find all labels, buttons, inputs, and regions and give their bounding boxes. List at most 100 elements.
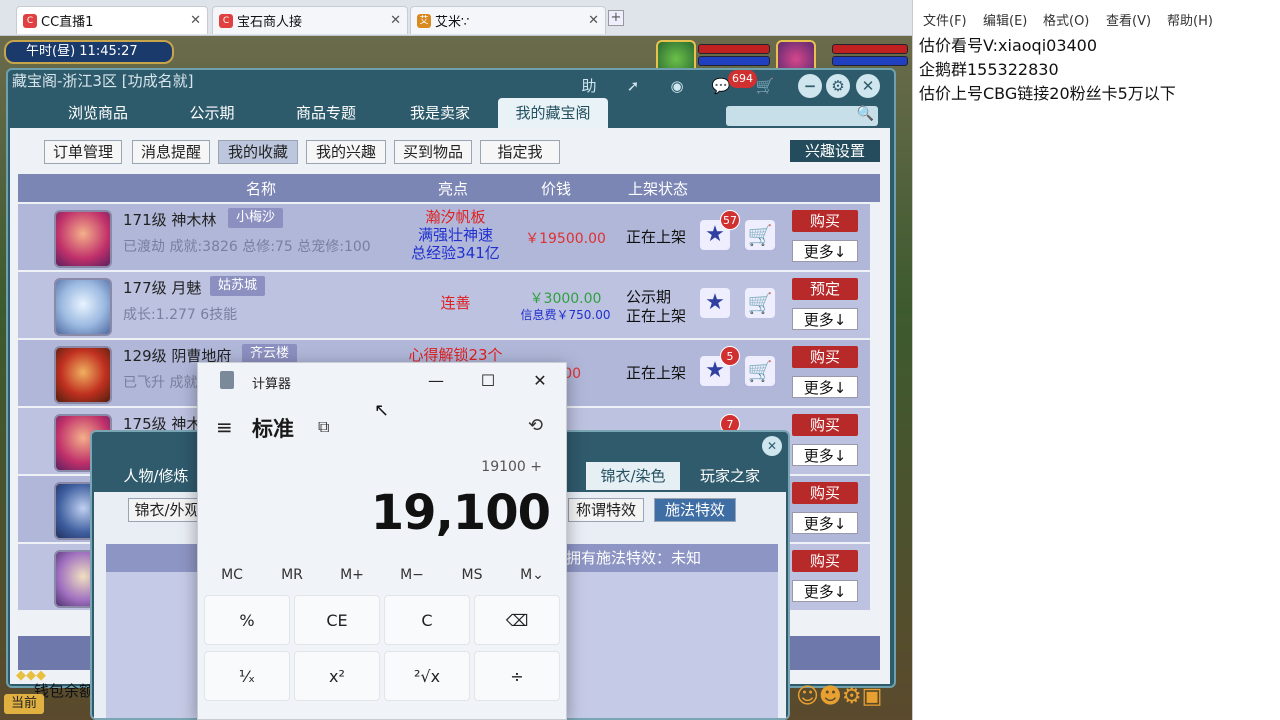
note-line-3[interactable]: 估价上号CBG链接20粉丝卡5万以下 [919, 80, 1176, 104]
tab-seller[interactable]: 我是卖家 [392, 98, 488, 128]
tab-interests[interactable]: 我的兴趣 [306, 140, 386, 164]
menu-edit[interactable]: 编辑(E) [983, 10, 1027, 29]
notepad-window: 文件(F) 编辑(E) 格式(O) 查看(V) 帮助(H) 估价看号V:xiao… [912, 0, 1280, 720]
mc-button[interactable]: MC [202, 567, 262, 583]
record-icon[interactable]: ◉ [662, 74, 692, 98]
server-tag: 姑苏城 [210, 276, 266, 296]
settings-icon[interactable]: ⚙ [826, 74, 850, 98]
clear-button[interactable]: C [384, 595, 470, 645]
tab-topics[interactable]: 商品专题 [278, 98, 374, 128]
divide-button[interactable]: ÷ [474, 651, 560, 701]
table-row[interactable]: 171级 神木林 小梅沙 已渡劫 成就:3826 总修:75 总宠修:100 瀚… [18, 204, 870, 270]
share-icon[interactable]: ➚ [618, 74, 648, 98]
more-button[interactable]: 更多↓ [792, 240, 858, 262]
tab-label: CC直播1 [41, 15, 94, 30]
ms-button[interactable]: MS [442, 567, 502, 583]
cart-icon[interactable]: 🛒 [745, 356, 775, 386]
m-minus-button[interactable]: M− [382, 567, 442, 583]
tab-orders[interactable]: 订单管理 [44, 140, 122, 164]
maximize-icon[interactable]: ☐ [468, 369, 508, 393]
browser-tab-1[interactable]: C CC直播1 ✕ [16, 6, 208, 34]
tab-home[interactable]: 玩家之家 [686, 462, 774, 490]
close-icon[interactable]: ✕ [190, 13, 201, 28]
menu-file[interactable]: 文件(F) [923, 10, 967, 29]
arrow-icons[interactable]: ◆◆◆ [16, 668, 86, 684]
tab-bought[interactable]: 买到物品 [394, 140, 472, 164]
new-tab-button[interactable]: + [608, 10, 624, 26]
mouse-cursor-icon: ↖ [374, 400, 390, 421]
search-input[interactable]: 🔍 [726, 106, 878, 126]
tab-assigned[interactable]: 指定我 [480, 140, 560, 164]
clear-entry-button[interactable]: CE [294, 595, 380, 645]
title-effect-button[interactable]: 称谓特效 [568, 498, 644, 522]
memory-list-button[interactable]: M⌄ [502, 567, 562, 583]
buy-button[interactable]: 购买 [792, 414, 858, 436]
highlight-1: 连善 [440, 294, 471, 312]
tab-messages[interactable]: 消息提醒 [132, 140, 210, 164]
browser-tab-2[interactable]: C 宝石商人接 ✕ [212, 6, 408, 34]
minimize-icon[interactable]: − [798, 74, 822, 98]
tab-browse[interactable]: 浏览商品 [50, 98, 146, 128]
minimize-icon[interactable]: — [416, 369, 456, 393]
col-name: 名称 [246, 180, 277, 198]
tab-label: 宝石商人接 [237, 15, 303, 30]
table-row[interactable]: 177级 月魅 姑苏城 成长:1.277 6技能 连善 ￥3000.00 信息费… [18, 272, 870, 338]
col-highlight: 亮点 [438, 180, 469, 198]
col-price: 价钱 [541, 180, 572, 198]
browser-tab-bar: C CC直播1 ✕ C 宝石商人接 ✕ 艾 艾米∵ ✕ + [0, 0, 912, 36]
mr-button[interactable]: MR [262, 567, 322, 583]
tab-outfit[interactable]: 锦衣/染色 [586, 462, 680, 490]
square-button[interactable]: x² [294, 651, 380, 701]
m-plus-button[interactable]: M+ [322, 567, 382, 583]
info-fee: 信息费￥750.00 [520, 308, 611, 322]
help-button[interactable]: 助 [574, 74, 604, 98]
tab-favorites[interactable]: 我的收藏 [218, 140, 298, 164]
menu-help[interactable]: 帮助(H) [1167, 10, 1213, 29]
tab-character[interactable]: 人物/修炼 [112, 462, 200, 490]
tab-label: 艾米∵ [435, 15, 470, 30]
channel-current[interactable]: 当前 [4, 694, 44, 714]
percent-button[interactable]: % [204, 595, 290, 645]
buy-button[interactable]: 购买 [792, 346, 858, 368]
buy-button[interactable]: 购买 [792, 550, 858, 572]
interest-settings-button[interactable]: 兴趣设置 [790, 140, 880, 162]
browser-tab-3[interactable]: 艾 艾米∵ ✕ [410, 6, 606, 34]
more-button[interactable]: 更多↓ [792, 376, 858, 398]
history-icon[interactable]: ⟲ [528, 415, 543, 436]
character-avatar[interactable] [54, 210, 112, 268]
outfit-button[interactable]: 锦衣/外观 [128, 498, 206, 522]
more-button[interactable]: 更多↓ [792, 580, 858, 602]
reserve-button[interactable]: 预定 [792, 278, 858, 300]
character-avatar[interactable] [54, 278, 112, 336]
tab-my-treasure[interactable]: 我的藏宝阁 [498, 98, 608, 128]
note-line-1[interactable]: 估价看号V:xiaoqi03400 [919, 32, 1097, 56]
more-button[interactable]: 更多↓ [792, 444, 858, 466]
buy-button[interactable]: 购买 [792, 482, 858, 504]
menu-view[interactable]: 查看(V) [1106, 10, 1151, 29]
toolbar-icons[interactable]: ☺☻⚙▣ [796, 684, 906, 716]
character-avatar[interactable] [54, 346, 112, 404]
calculator-mode: 标准 [252, 417, 294, 441]
cart-icon[interactable]: 🛒 [745, 220, 775, 250]
more-button[interactable]: 更多↓ [792, 308, 858, 330]
note-line-2[interactable]: 企鹅群155322830 [919, 56, 1059, 80]
close-icon[interactable]: ✕ [762, 436, 782, 456]
menu-format[interactable]: 格式(O) [1043, 10, 1089, 29]
star-icon[interactable]: ★ [700, 288, 730, 318]
backspace-icon[interactable]: ⌫ [474, 595, 560, 645]
search-icon[interactable]: 🔍 [857, 106, 874, 122]
menu-icon[interactable]: ≡ [216, 415, 233, 439]
keep-on-top-icon[interactable]: ⧉ [318, 417, 329, 437]
more-button[interactable]: 更多↓ [792, 512, 858, 534]
close-icon[interactable]: ✕ [588, 13, 599, 28]
close-icon[interactable]: ✕ [520, 369, 560, 393]
close-icon[interactable]: ✕ [856, 74, 880, 98]
close-icon[interactable]: ✕ [390, 13, 401, 28]
spell-effect-button[interactable]: 施法特效 [654, 498, 736, 522]
cart-icon[interactable]: 🛒 [745, 288, 775, 318]
reciprocal-button[interactable]: ¹⁄ₓ [204, 651, 290, 701]
cart-icon[interactable]: 🛒 [750, 74, 780, 98]
sqrt-button[interactable]: ²√x [384, 651, 470, 701]
tab-public[interactable]: 公示期 [164, 98, 260, 128]
buy-button[interactable]: 购买 [792, 210, 858, 232]
